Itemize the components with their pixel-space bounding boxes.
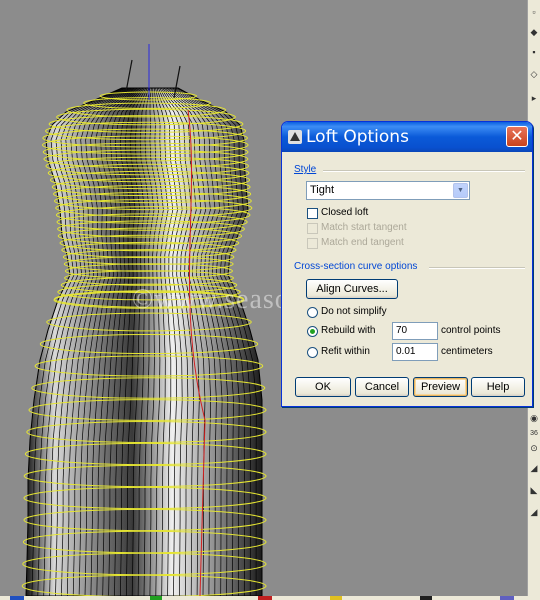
rebuild-with-label: Rebuild with (321, 325, 376, 336)
rebuild-points-input[interactable]: 70 (392, 322, 438, 340)
color-swatch[interactable] (10, 596, 24, 600)
toolbar-icon[interactable]: ◆ (529, 26, 539, 38)
style-dropdown[interactable]: Tight ▼ (306, 181, 470, 200)
toolbar-icon[interactable]: ⊙ (529, 442, 539, 454)
preview-button[interactable]: Preview (413, 377, 468, 397)
toolbar-number: 36 (530, 430, 538, 437)
toolbar-icon[interactable]: ◇ (529, 68, 539, 80)
do-not-simplify-label: Do not simplify (321, 306, 387, 317)
loft-options-dialog: Loft Options ✕ Style Tight ▼ Closed loft… (281, 121, 533, 407)
rebuild-with-radio[interactable] (307, 326, 318, 337)
refit-tolerance-input[interactable]: 0.01 (392, 343, 438, 361)
style-dropdown-value: Tight (310, 184, 335, 196)
chevron-down-icon[interactable]: ▼ (453, 183, 468, 198)
dialog-title-bar[interactable]: Loft Options ✕ (282, 122, 532, 152)
refit-within-radio[interactable] (307, 347, 318, 358)
toolbar-icon[interactable]: ▸ (529, 92, 539, 104)
cross-section-section-label: Cross-section curve options (294, 261, 418, 272)
radio-selected-dot (310, 329, 315, 334)
closed-loft-label: Closed loft (321, 207, 369, 218)
help-button[interactable]: Help (471, 377, 525, 397)
ok-button[interactable]: OK (295, 377, 351, 397)
cancel-button[interactable]: Cancel (355, 377, 409, 397)
toolbar-icon[interactable]: ▪ (529, 46, 539, 58)
toolbar-icon[interactable]: ◢ (529, 506, 539, 518)
toolbar-icon[interactable]: ◢ (529, 462, 539, 474)
match-start-tangent-label: Match start tangent (321, 222, 407, 233)
color-swatch[interactable] (258, 596, 272, 600)
color-swatch[interactable] (420, 596, 432, 600)
closed-loft-checkbox[interactable] (307, 208, 318, 219)
match-end-tangent-label: Match end tangent (321, 237, 404, 248)
neck-line-left (125, 59, 133, 93)
divider (323, 170, 525, 172)
centimeters-label: centimeters (441, 346, 493, 357)
toolbar-icon[interactable]: ◣ (529, 484, 539, 496)
dialog-body: Style Tight ▼ Closed loft Match start ta… (285, 152, 529, 403)
refit-within-label: Refit within (321, 346, 370, 357)
style-section-label: Style (294, 164, 317, 175)
color-swatch[interactable] (150, 596, 162, 600)
color-swatch[interactable] (330, 596, 342, 600)
dialog-title: Loft Options (306, 127, 409, 147)
close-button[interactable]: ✕ (506, 126, 528, 147)
rhino-app-icon (288, 130, 302, 144)
toolbar-icon[interactable]: ◉ (529, 412, 539, 424)
control-points-label: control points (441, 325, 501, 336)
match-end-tangent-checkbox[interactable] (307, 238, 318, 249)
color-swatch[interactable] (500, 596, 514, 600)
color-palette-bar (0, 596, 540, 600)
match-start-tangent-checkbox[interactable] (307, 223, 318, 234)
align-curves-button[interactable]: Align Curves... (306, 279, 398, 299)
divider (429, 267, 525, 269)
toolbar-icon[interactable]: ▫ (529, 6, 539, 18)
do-not-simplify-radio[interactable] (307, 307, 318, 318)
